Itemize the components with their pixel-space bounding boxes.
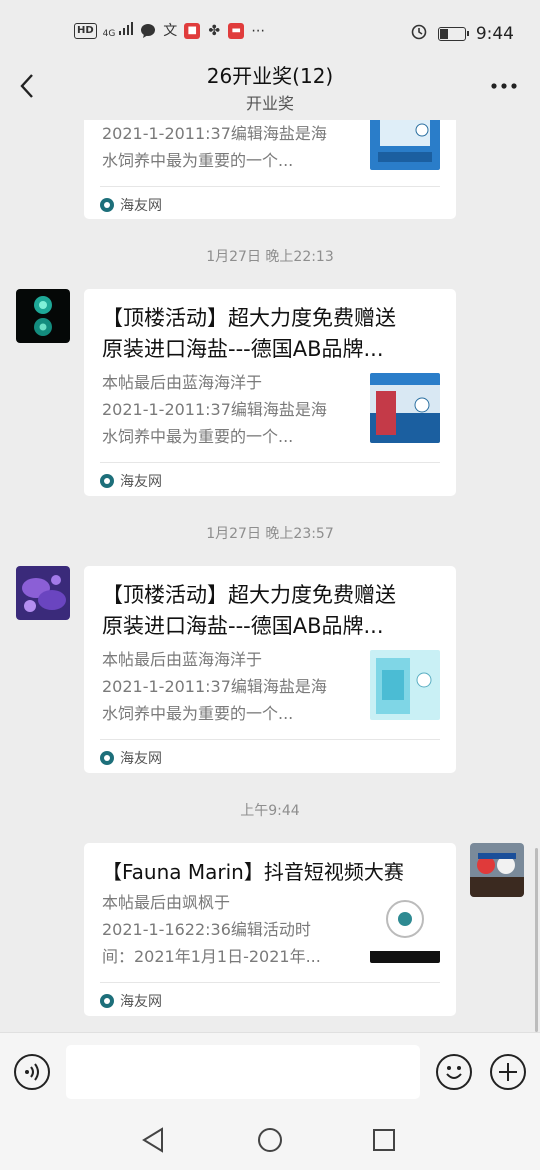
card-description: 2021-1-2011:37编辑海盐是海 水饲养中最为重要的一个...: [102, 120, 352, 174]
card-title-line: 【顶楼活动】超大力度免费赠送: [102, 306, 396, 330]
avatar[interactable]: [470, 843, 524, 897]
card-title-line: 原装进口海盐---德国AB品牌...: [102, 337, 384, 361]
card-source: 海友网: [100, 195, 162, 215]
card-source-label: 海友网: [120, 198, 162, 214]
card-desc-line: 2021-1-2011:37编辑海盐是海: [102, 124, 327, 143]
card-description: 本帖最后由蓝海海洋于 2021-1-2011:37编辑海盐是海 水饲养中最为重要…: [102, 369, 352, 450]
card-desc-line: 水饲养中最为重要的一个...: [102, 151, 294, 170]
back-triangle-icon[interactable]: [138, 1124, 170, 1156]
voice-icon: [25, 1063, 39, 1081]
card-divider: [100, 982, 440, 983]
card-title: 【顶楼活动】超大力度免费赠送 原装进口海盐---德国AB品牌...: [102, 303, 438, 365]
signal-icon: 4G: [103, 22, 135, 39]
card-desc-line: 本帖最后由蓝海海洋于: [102, 650, 263, 669]
link-card[interactable]: 2021-1-2011:37编辑海盐是海 水饲养中最为重要的一个... 海友网: [84, 120, 456, 219]
message-timestamp: 上午9:44: [240, 803, 300, 819]
avatar[interactable]: [16, 566, 70, 620]
card-thumbnail: [370, 373, 440, 443]
status-bar-right: 9:44: [410, 22, 514, 45]
page-subtitle: 开业奖: [245, 94, 294, 113]
card-title: 【顶楼活动】超大力度免费赠送 原装进口海盐---德国AB品牌...: [102, 580, 438, 642]
status-bar-left: HD 4G 文 ■ ✤ ▬ ⋯: [74, 22, 266, 39]
avatar[interactable]: [16, 289, 70, 343]
card-title: 【Fauna Marin】抖音短视频大赛: [102, 857, 438, 888]
card-desc-line: 2021-1-1622:36编辑活动时: [102, 920, 311, 939]
card-source-label: 海友网: [120, 474, 162, 490]
card-desc-line: 水饲养中最为重要的一个...: [102, 704, 294, 723]
card-title-line: 【顶楼活动】超大力度免费赠送: [102, 583, 396, 607]
hd-icon: HD: [74, 22, 97, 39]
voice-button[interactable]: [14, 1054, 50, 1090]
plus-icon: [499, 1063, 517, 1081]
status-time: 9:44: [475, 23, 514, 44]
card-divider: [100, 186, 440, 187]
battery-icon: [437, 26, 469, 41]
system-navigation-bar: [0, 1110, 540, 1170]
more-icon: [491, 83, 517, 89]
card-source-label: 海友网: [120, 751, 162, 767]
card-desc-line: 水饲养中最为重要的一个...: [102, 427, 294, 446]
recents-square-icon[interactable]: [368, 1124, 400, 1156]
more-button[interactable]: [490, 68, 518, 114]
link-card[interactable]: 【顶楼活动】超大力度免费赠送 原装进口海盐---德国AB品牌... 本帖最后由蓝…: [84, 566, 456, 773]
weibo-icon: ✤: [208, 22, 221, 39]
card-desc-line: 2021-1-2011:37编辑海盐是海: [102, 400, 327, 419]
haiyou-logo-icon: [100, 994, 114, 1008]
card-description: 本帖最后由飒枫于 2021-1-1622:36编辑活动时 间：2021年1月1日…: [102, 889, 352, 970]
link-card[interactable]: 【Fauna Marin】抖音短视频大赛 本帖最后由飒枫于 2021-1-162…: [84, 843, 456, 1016]
card-desc-line: 本帖最后由飒枫于: [102, 893, 231, 912]
card-thumbnail: [370, 893, 440, 963]
message-input[interactable]: [66, 1045, 420, 1099]
alarm-icon: [410, 22, 428, 45]
emoji-button[interactable]: [436, 1054, 472, 1090]
input-bar: [0, 1032, 540, 1110]
chat-bubble-icon: [140, 23, 156, 39]
card-source: 海友网: [100, 991, 162, 1011]
home-circle-icon[interactable]: [254, 1124, 286, 1156]
chat-header: 26开业奖(12) 开业奖: [0, 56, 540, 120]
card-description: 本帖最后由蓝海海洋于 2021-1-2011:37编辑海盐是海 水饲养中最为重要…: [102, 646, 352, 727]
card-desc-line: 间：2021年1月1日-2021年...: [102, 947, 321, 966]
card-divider: [100, 739, 440, 740]
more-dots-icon: ⋯: [251, 22, 266, 39]
news-icon: ▬: [228, 22, 245, 39]
page-title: 26开业奖(12): [206, 64, 334, 88]
red-app-icon: ■: [184, 22, 201, 39]
add-button[interactable]: [490, 1054, 526, 1090]
emoji-icon: [446, 1066, 462, 1079]
card-title-line: 【Fauna Marin】抖音短视频大赛: [102, 860, 404, 884]
translate-icon: 文: [163, 22, 178, 39]
signal-label: 4G: [102, 29, 116, 39]
haiyou-logo-icon: [100, 198, 114, 212]
card-title-line: 原装进口海盐---德国AB品牌...: [102, 614, 384, 638]
card-desc-line: 本帖最后由蓝海海洋于: [102, 373, 263, 392]
card-source: 海友网: [100, 748, 162, 768]
message-timestamp: 1月27日 晚上23:57: [206, 526, 334, 542]
link-card[interactable]: 【顶楼活动】超大力度免费赠送 原装进口海盐---德国AB品牌... 本帖最后由蓝…: [84, 289, 456, 496]
scrollbar[interactable]: [535, 848, 538, 1032]
card-desc-line: 2021-1-2011:37编辑海盐是海: [102, 677, 327, 696]
haiyou-logo-icon: [100, 751, 114, 765]
chat-message-list[interactable]: 2021-1-2011:37编辑海盐是海 水饲养中最为重要的一个... 海友网 …: [0, 120, 540, 1032]
card-thumbnail: [370, 120, 440, 170]
card-source: 海友网: [100, 471, 162, 491]
card-source-label: 海友网: [120, 994, 162, 1010]
message-timestamp: 1月27日 晚上22:13: [206, 249, 334, 265]
haiyou-logo-icon: [100, 474, 114, 488]
card-thumbnail: [370, 650, 440, 720]
card-divider: [100, 462, 440, 463]
